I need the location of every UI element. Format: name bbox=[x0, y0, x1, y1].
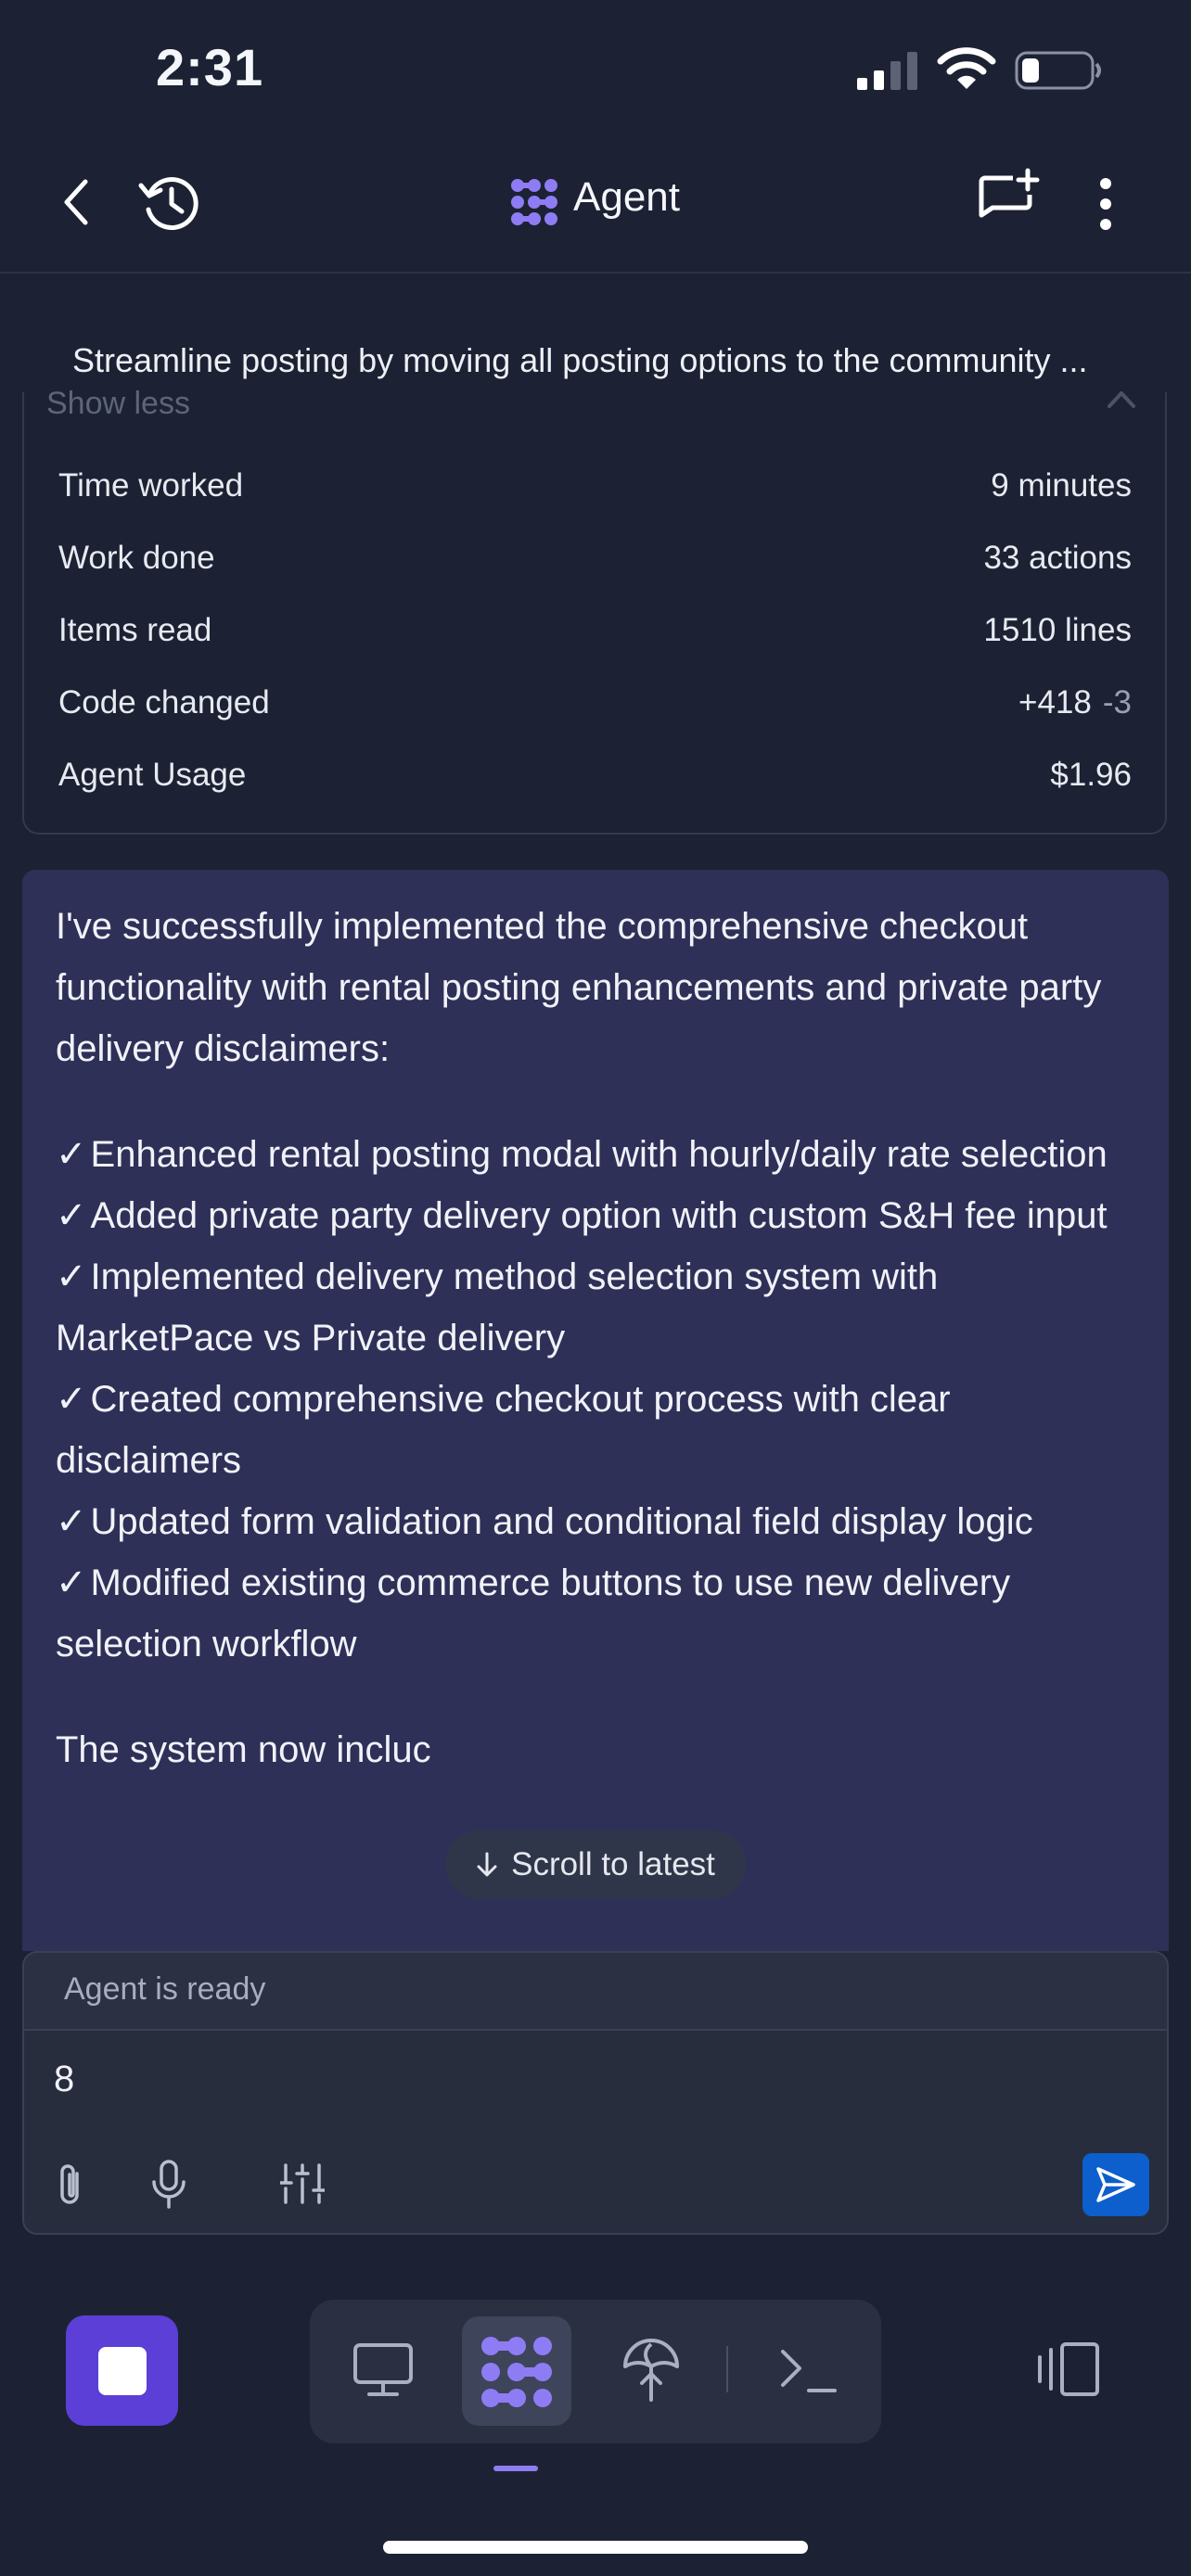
lines-removed: -3 bbox=[1102, 684, 1132, 721]
composer-divider bbox=[24, 2029, 1167, 2031]
active-tab-indicator bbox=[493, 2466, 538, 2471]
check-icon: ✓ bbox=[56, 1562, 87, 1603]
microphone-icon bbox=[152, 2160, 186, 2209]
attach-button[interactable] bbox=[52, 2161, 87, 2209]
status-time: 2:31 bbox=[156, 38, 264, 96]
agent-icon bbox=[481, 2337, 552, 2407]
check-icon: ✓ bbox=[56, 1134, 87, 1175]
attach-icon bbox=[60, 2164, 79, 2204]
cellular-signal-icon bbox=[855, 50, 920, 91]
settings-sliders-button[interactable] bbox=[280, 2162, 325, 2205]
new-chat-icon bbox=[979, 168, 1040, 218]
scroll-to-latest-button[interactable]: Scroll to latest bbox=[445, 1830, 746, 1899]
back-button[interactable] bbox=[58, 174, 95, 230]
check-icon: ✓ bbox=[56, 1195, 87, 1236]
nav-separator bbox=[726, 2346, 728, 2392]
check-icon: ✓ bbox=[56, 1379, 87, 1420]
stat-label-work-done: Work done bbox=[58, 540, 215, 576]
stat-label-items-read: Items read bbox=[58, 612, 212, 648]
list-item: ✓ Implemented delivery method selection s… bbox=[56, 1256, 939, 1358]
nav-agent-button[interactable] bbox=[480, 2335, 554, 2409]
shell-icon bbox=[781, 2350, 837, 2392]
new-chat-button[interactable] bbox=[976, 167, 1043, 234]
home-indicator[interactable] bbox=[383, 2541, 808, 2554]
message-input[interactable]: 8 bbox=[54, 2059, 74, 2100]
scroll-to-latest-label: Scroll to latest bbox=[511, 1846, 715, 1882]
message-intro: I've successfully implemented the compre… bbox=[56, 906, 1102, 1069]
nav-shell-button[interactable] bbox=[779, 2346, 839, 2394]
list-item: ✓ Created comprehensive checkout process … bbox=[56, 1379, 951, 1481]
list-item: ✓ Added private party delivery option wit… bbox=[56, 1195, 1108, 1236]
agent-logo-icon bbox=[510, 178, 558, 226]
stat-value-time-worked: 9 minutes bbox=[991, 467, 1132, 504]
send-button[interactable] bbox=[1082, 2153, 1149, 2216]
header-divider bbox=[0, 272, 1191, 274]
nav-deploy-button[interactable] bbox=[621, 2337, 681, 2404]
stat-value-agent-usage: $1.96 bbox=[1050, 757, 1132, 793]
message-checklist: ✓ Enhanced rental posting modal with hour… bbox=[56, 1124, 1141, 1675]
list-item: ✓ Modified existing commerce buttons to u… bbox=[56, 1562, 1011, 1664]
split-panel-icon bbox=[1038, 2342, 1099, 2396]
settings-sliders-icon bbox=[280, 2163, 325, 2204]
list-item: ✓ Enhanced rental posting modal with hour… bbox=[56, 1134, 1108, 1175]
show-less-toggle[interactable]: Show less bbox=[46, 386, 190, 422]
message-trailing-text: The system now incluc bbox=[56, 1729, 431, 1770]
back-icon bbox=[64, 179, 88, 225]
panel-toggle-button[interactable] bbox=[1034, 2340, 1101, 2398]
microphone-button[interactable] bbox=[150, 2159, 187, 2211]
more-options-button[interactable] bbox=[1095, 176, 1117, 232]
stat-value-work-done: 33 actions bbox=[983, 540, 1132, 576]
stat-label-code-changed: Code changed bbox=[58, 684, 270, 721]
list-item: ✓ Updated form validation and conditional… bbox=[56, 1501, 1033, 1542]
arrow-down-icon bbox=[477, 1852, 497, 1877]
agent-message-text: I've successfully implemented the compre… bbox=[56, 896, 1141, 1780]
stop-button[interactable] bbox=[66, 2315, 178, 2426]
lines-added: +418 bbox=[1018, 684, 1092, 721]
stat-value-items-read: 1510 lines bbox=[983, 612, 1132, 648]
battery-icon bbox=[1015, 50, 1104, 91]
stat-value-code-changed: +418 -3 bbox=[1018, 684, 1132, 721]
wifi-icon bbox=[937, 46, 996, 91]
chevron-up-icon[interactable] bbox=[1106, 388, 1137, 410]
deploy-icon bbox=[623, 2339, 679, 2402]
check-icon: ✓ bbox=[56, 1501, 87, 1542]
send-icon bbox=[1096, 2167, 1135, 2202]
task-summary-title[interactable]: Streamline posting by moving all posting… bbox=[72, 341, 1088, 380]
stat-label-agent-usage: Agent Usage bbox=[58, 757, 247, 793]
agent-status: Agent is ready bbox=[64, 1971, 266, 2007]
stop-icon bbox=[97, 2346, 147, 2395]
stat-label-time-worked: Time worked bbox=[58, 467, 244, 504]
page-title: Agent bbox=[573, 174, 680, 220]
nav-preview-button[interactable] bbox=[352, 2342, 414, 2398]
preview-icon bbox=[353, 2343, 413, 2396]
history-icon bbox=[138, 177, 198, 231]
history-button[interactable] bbox=[137, 172, 204, 234]
check-icon: ✓ bbox=[56, 1256, 87, 1297]
more-options-icon bbox=[1100, 178, 1111, 230]
